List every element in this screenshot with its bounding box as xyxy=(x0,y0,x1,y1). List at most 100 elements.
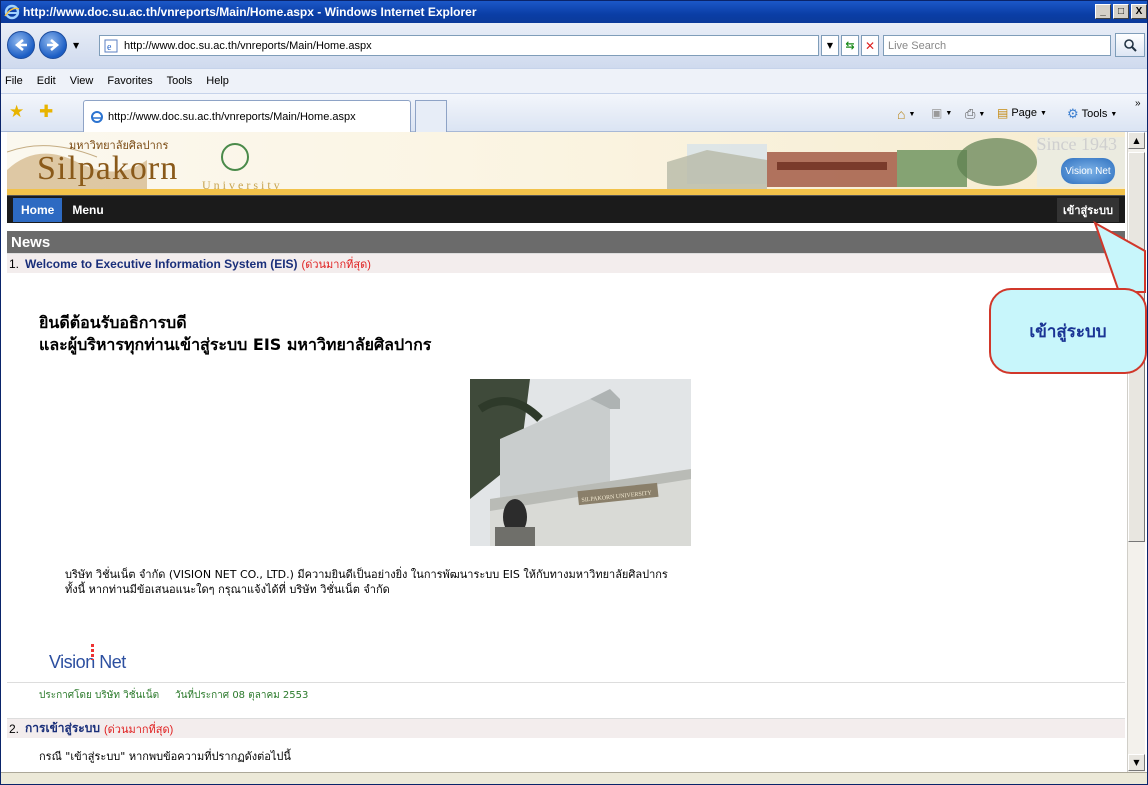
news-item-title[interactable]: การเข้าสู่ระบบ xyxy=(25,719,100,738)
urgency-label: (ด่วนมากที่สุด) xyxy=(301,258,371,271)
chevron-down-icon: ▼ xyxy=(1110,110,1118,118)
svg-text:e: e xyxy=(107,42,112,53)
forward-button[interactable] xyxy=(39,31,67,59)
arrow-up-icon: ▲ xyxy=(1133,136,1140,145)
window-title: http://www.doc.su.ac.th/vnreports/Main/H… xyxy=(23,5,477,19)
news-item-number: 1. xyxy=(9,256,20,271)
welcome-heading: ยินดีต้อนรับอธิการบดี และผู้บริหารทุกท่า… xyxy=(39,312,431,356)
stop-icon: ✕ xyxy=(864,38,876,53)
status-bar xyxy=(1,772,1147,784)
body-line-2: ทั้งนี้ หากท่านมีข้อเสนอแนะใดๆ กรุณาแจ้ง… xyxy=(65,583,390,596)
university-gate-photo: SILPAKORN UNIVERSITY xyxy=(470,379,691,546)
news-item-2-text: กรณี "เข้าสู่ระบบ" หากพบข้อความที่ปรากฏด… xyxy=(39,750,291,763)
print-icon: ⎙ xyxy=(965,106,976,121)
add-favorite-icon[interactable]: ✚ xyxy=(39,102,53,122)
welcome-line-1: ยินดีต้อนรับอธิการบดี xyxy=(39,313,187,332)
login-link[interactable]: เข้าสู่ระบบ xyxy=(1057,198,1119,222)
news-item-header[interactable]: 2. การเข้าสู่ระบบ (ด่วนมากที่สุด) xyxy=(7,718,1125,738)
site-banner: มหาวิทยาลัยศิลปากร Silpakorn University … xyxy=(7,132,1125,195)
refresh-icon: ⇆ xyxy=(845,39,855,52)
chevron-down-icon: ▼ xyxy=(978,110,986,118)
chevron-down-icon: ▼ xyxy=(1040,109,1047,117)
since-year: Since 1943 xyxy=(1036,134,1118,154)
chevron-down-icon: ▼ xyxy=(945,109,953,117)
posted-by: ประกาศโดย บริษัท วิชั่นเน็ต xyxy=(39,690,160,701)
body-text: บริษัท วิชั่นเน็ต จำกัด (VISION NET CO.,… xyxy=(65,567,668,597)
home-button[interactable]: ⌂ ▼ xyxy=(897,106,915,122)
menu-bar: File Edit View Favorites Tools Help xyxy=(1,68,1147,94)
dropdown-icon: ▼ xyxy=(826,41,834,50)
home-icon: ⌂ xyxy=(897,106,906,122)
page-icon: e xyxy=(104,39,118,53)
address-bar[interactable]: e http://www.doc.su.ac.th/vnreports/Main… xyxy=(99,35,819,56)
more-commands-icon[interactable]: » xyxy=(1135,98,1141,109)
callout-box: เข้าสู่ระบบ xyxy=(989,288,1147,374)
history-dropdown-icon[interactable]: ▼ xyxy=(73,41,79,50)
logo-dots-icon xyxy=(91,644,94,660)
menu-file[interactable]: File xyxy=(5,75,23,87)
ie-logo-icon xyxy=(4,4,20,20)
tools-menu-button[interactable]: ⚙ Tools ▼ xyxy=(1067,106,1117,122)
page-content: มหาวิทยาลัยศิลปากร Silpakorn University … xyxy=(1,132,1127,772)
feeds-button[interactable]: ▣ ▼ xyxy=(931,106,952,120)
university-logo: Silpakorn xyxy=(37,150,179,187)
favorites-bar: ★ ✚ http://www.doc.su.ac.th/vnreports/Ma… xyxy=(1,94,1147,132)
nav-menu[interactable]: Menu xyxy=(62,203,113,217)
search-icon xyxy=(1124,39,1137,52)
arrow-down-icon: ▼ xyxy=(1133,758,1140,767)
new-tab-button[interactable] xyxy=(415,100,447,132)
search-button[interactable] xyxy=(1115,33,1145,57)
maximize-button[interactable]: □ xyxy=(1113,4,1129,19)
news-header: News xyxy=(7,231,1125,253)
nav-home[interactable]: Home xyxy=(13,197,63,222)
page-menu-label: Page xyxy=(1011,107,1038,119)
feeds-icon: ▣ xyxy=(931,106,943,120)
body-line-1: บริษัท วิชั่นเน็ต จำกัด (VISION NET CO.,… xyxy=(65,568,668,581)
tools-menu-label: Tools xyxy=(1081,108,1108,120)
back-button[interactable] xyxy=(7,31,35,59)
top-navigation: Home Menu เข้าสู่ระบบ xyxy=(7,195,1125,223)
stop-button[interactable]: ✕ xyxy=(861,35,879,56)
menu-favorites[interactable]: Favorites xyxy=(107,75,152,87)
urgency-label: (ด่วนมากที่สุด) xyxy=(103,723,174,736)
menu-view[interactable]: View xyxy=(70,75,94,87)
logo-university-text: University xyxy=(202,178,283,192)
divider xyxy=(7,682,1125,683)
news-item-number: 2. xyxy=(9,721,20,736)
menu-help[interactable]: Help xyxy=(206,75,229,87)
tab-title: http://www.doc.su.ac.th/vnreports/Main/H… xyxy=(108,110,356,123)
address-dropdown-button[interactable]: ▼ xyxy=(821,35,839,56)
address-toolbar: ▼ e http://www.doc.su.ac.th/vnreports/Ma… xyxy=(1,23,1147,68)
scroll-down-button[interactable]: ▼ xyxy=(1128,754,1145,771)
minimize-button[interactable]: _ xyxy=(1095,4,1111,19)
print-button[interactable]: ⎙ ▼ xyxy=(965,106,985,122)
vision-net-logo-text: Vision Net xyxy=(49,652,126,672)
scroll-up-button[interactable]: ▲ xyxy=(1128,132,1145,149)
browser-tab[interactable]: http://www.doc.su.ac.th/vnreports/Main/H… xyxy=(83,100,411,132)
news-item-header[interactable]: 1. Welcome to Executive Information Syst… xyxy=(7,253,1125,273)
vertical-scrollbar[interactable]: ▲ ▼ xyxy=(1127,132,1145,772)
post-info: ประกาศโดย บริษัท วิชั่นเน็ต วันที่ประกาศ… xyxy=(39,688,308,703)
welcome-line-2: และผู้บริหารทุกท่านเข้าสู่ระบบ EIS มหาวิ… xyxy=(39,335,432,354)
address-text: http://www.doc.su.ac.th/vnreports/Main/H… xyxy=(124,39,372,52)
vision-net-badge: Vision Net xyxy=(1061,158,1115,184)
page-menu-button[interactable]: ▤ Page ▼ xyxy=(997,106,1047,120)
photo-graphic: SILPAKORN UNIVERSITY xyxy=(470,379,691,546)
vision-net-logo: Vision Net xyxy=(49,644,126,673)
posted-date: วันที่ประกาศ 08 ตุลาคม 2553 xyxy=(174,690,309,701)
page-icon: ▤ xyxy=(997,106,1009,120)
chevron-down-icon: ▼ xyxy=(908,110,916,118)
back-arrow-icon xyxy=(14,39,27,51)
gear-icon: ⚙ xyxy=(1067,106,1079,121)
menu-tools[interactable]: Tools xyxy=(167,75,193,87)
news-item-title[interactable]: Welcome to Executive Information System … xyxy=(25,257,298,271)
refresh-button[interactable]: ⇆ xyxy=(841,35,859,56)
title-bar: http://www.doc.su.ac.th/vnreports/Main/H… xyxy=(1,1,1147,23)
close-button[interactable]: X xyxy=(1131,4,1147,19)
search-input[interactable]: Live Search xyxy=(883,35,1111,56)
browser-window: http://www.doc.su.ac.th/vnreports/Main/H… xyxy=(0,0,1148,785)
ie-page-icon xyxy=(91,110,103,123)
menu-edit[interactable]: Edit xyxy=(37,75,56,87)
favorites-star-icon[interactable]: ★ xyxy=(9,102,24,122)
forward-arrow-icon xyxy=(47,39,60,51)
